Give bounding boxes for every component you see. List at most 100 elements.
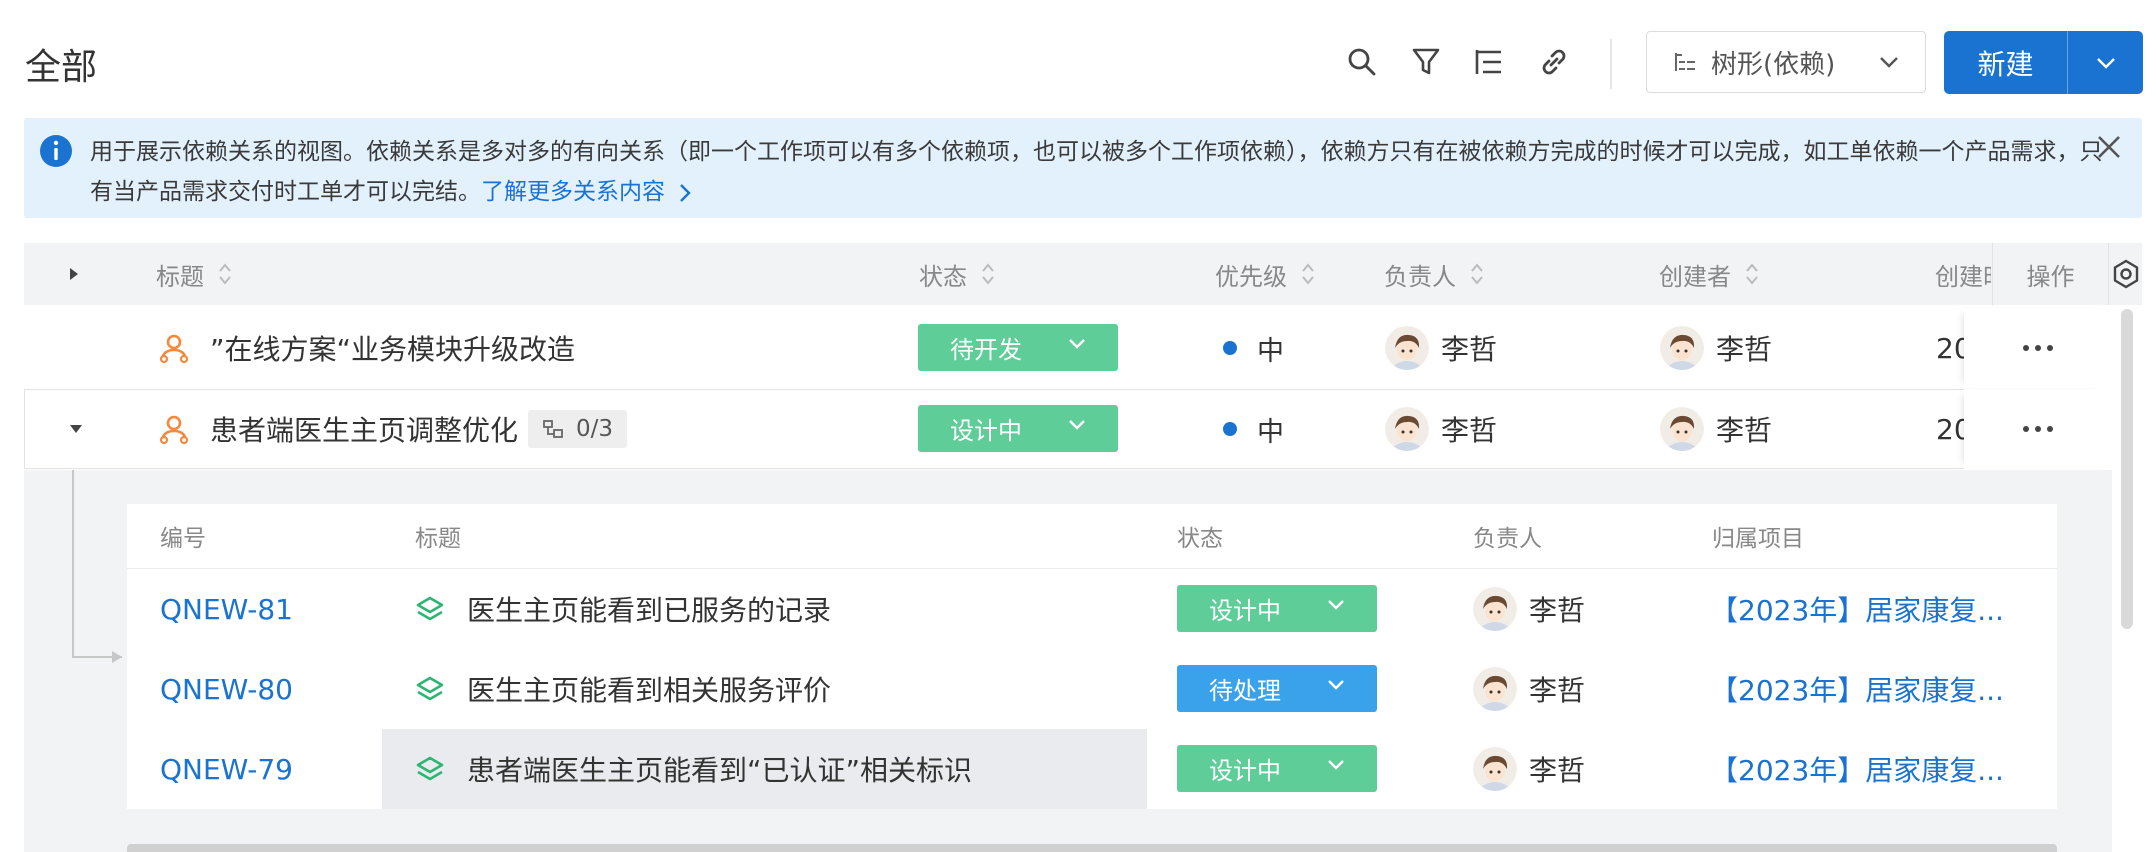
- avatar: [1385, 407, 1429, 451]
- arrow-right-icon: [110, 650, 124, 664]
- view-mode-select[interactable]: 树形(依赖): [1646, 31, 1926, 93]
- col-assignee-label: 负责人: [1384, 262, 1456, 291]
- col-header-creator[interactable]: 创建者: [1659, 243, 1759, 305]
- expand-all-toggle[interactable]: [68, 243, 80, 305]
- creator-name: 李哲: [1716, 333, 1773, 366]
- status-dropdown[interactable]: 设计中: [1177, 585, 1377, 632]
- sub-col-project: 归属项目: [1712, 526, 1804, 552]
- close-icon[interactable]: [2096, 134, 2122, 160]
- status-dropdown[interactable]: 设计中: [918, 405, 1118, 452]
- vertical-scrollbar[interactable]: [2121, 309, 2133, 629]
- assignee-cell[interactable]: 李哲: [1473, 729, 1585, 809]
- item-title-cell: 医生主页能看到相关服务评价: [415, 649, 831, 729]
- sub-col-status: 状态: [1177, 526, 1223, 552]
- info-banner-text: 用于展示依赖关系的视图。依赖关系是多对多的有向关系（即一个工作项可以有多个依赖项…: [90, 132, 2110, 212]
- tree-connector: [72, 470, 74, 658]
- creator-cell: 李哲: [1660, 389, 1772, 469]
- priority-cell[interactable]: 中: [1223, 308, 1284, 388]
- chevron-down-icon: [1327, 599, 1345, 611]
- col-header-title[interactable]: 标题: [156, 243, 232, 305]
- row-title[interactable]: 患者端医生主页调整优化: [210, 409, 518, 449]
- project-link[interactable]: 【2023年】居家康复...: [1710, 569, 2004, 649]
- chevron-down-icon: [1327, 679, 1345, 691]
- table-row[interactable]: ”在线方案“业务模块升级改造 待开发 中 李哲 李哲 20: [24, 308, 2112, 388]
- col-header-status[interactable]: 状态: [919, 243, 995, 305]
- status-dropdown[interactable]: 待开发: [918, 324, 1118, 371]
- sub-col-id: 编号: [160, 526, 206, 552]
- view-mode-label: 树形(依赖): [1711, 49, 1836, 80]
- project-link[interactable]: 【2023年】居家康复...: [1710, 649, 2004, 729]
- learn-more-link[interactable]: 了解更多关系内容: [481, 179, 691, 205]
- story-layers-icon: [415, 595, 445, 623]
- list-tree-icon[interactable]: [1467, 40, 1511, 84]
- more-icon[interactable]: [2023, 345, 2053, 351]
- avatar: [1473, 587, 1517, 631]
- search-icon[interactable]: [1340, 40, 1384, 84]
- chevron-right-icon: [679, 183, 691, 203]
- status-label: 设计中: [1209, 757, 1281, 785]
- assignee-name: 李哲: [1529, 674, 1586, 707]
- row-actions-cell: [1964, 308, 2112, 388]
- row-title[interactable]: ”在线方案“业务模块升级改造: [210, 328, 575, 368]
- list-item[interactable]: QNEW-79 患者端医生主页能看到“已认证”相关标识 设计中 李哲 【2023…: [127, 729, 2057, 809]
- collapse-toggle[interactable]: [68, 389, 84, 469]
- row-title-cell: ”在线方案“业务模块升级改造: [158, 308, 575, 388]
- status-label: 设计中: [1209, 597, 1281, 625]
- assignee-cell[interactable]: 李哲: [1473, 569, 1585, 649]
- avatar: [1660, 326, 1704, 370]
- more-icon[interactable]: [2023, 426, 2053, 432]
- item-title[interactable]: 医生主页能看到相关服务评价: [467, 669, 831, 709]
- new-button[interactable]: 新建: [1944, 31, 2067, 94]
- avatar: [1473, 667, 1517, 711]
- priority-label: 中: [1257, 416, 1284, 448]
- chevron-down-icon: [1327, 759, 1345, 771]
- priority-dot: [1223, 341, 1237, 355]
- item-title[interactable]: 医生主页能看到已服务的记录: [467, 589, 831, 629]
- filter-icon[interactable]: [1404, 40, 1448, 84]
- horizontal-scrollbar[interactable]: [127, 844, 2057, 852]
- story-layers-icon: [415, 675, 445, 703]
- chevron-down-icon: [2096, 57, 2116, 69]
- creator-cell: 李哲: [1660, 308, 1772, 388]
- new-split-button: 新建: [1944, 31, 2143, 94]
- priority-cell[interactable]: 中: [1223, 389, 1284, 469]
- col-priority-label: 优先级: [1215, 262, 1287, 291]
- info-banner: 用于展示依赖关系的视图。依赖关系是多对多的有向关系（即一个工作项可以有多个依赖项…: [24, 118, 2142, 218]
- item-id-link[interactable]: QNEW-81: [160, 569, 293, 649]
- item-id-link[interactable]: QNEW-80: [160, 649, 293, 729]
- col-header-assignee[interactable]: 负责人: [1384, 243, 1484, 305]
- assignee-name: 李哲: [1529, 594, 1586, 627]
- col-creator-label: 创建者: [1659, 262, 1731, 291]
- project-link[interactable]: 【2023年】居家康复...: [1710, 729, 2004, 809]
- info-icon: [38, 133, 74, 169]
- assignee-name: 李哲: [1529, 754, 1586, 787]
- chevron-down-icon: [1879, 56, 1899, 68]
- table-header: 标题 状态 优先级 负责人 创建者 创建时 操作: [24, 243, 2142, 305]
- list-item[interactable]: QNEW-81 医生主页能看到已服务的记录 设计中 李哲 【2023年】居家康复…: [127, 569, 2057, 649]
- list-item[interactable]: QNEW-80 医生主页能看到相关服务评价 待处理 李哲 【2023年】居家康复…: [127, 649, 2057, 729]
- item-id-link[interactable]: QNEW-79: [160, 729, 293, 809]
- col-header-created[interactable]: 创建时: [1935, 243, 1991, 305]
- col-header-priority[interactable]: 优先级: [1215, 243, 1315, 305]
- assignee-cell[interactable]: 李哲: [1385, 308, 1497, 388]
- status-dropdown[interactable]: 待处理: [1177, 665, 1377, 712]
- status-label: 待开发: [950, 336, 1022, 364]
- header-divider: [1610, 39, 1612, 89]
- chevron-down-icon: [1068, 338, 1086, 350]
- avatar: [1473, 747, 1517, 791]
- caret-right-icon: [68, 266, 80, 282]
- sort-icon: [1745, 260, 1759, 288]
- column-settings-button[interactable]: [2108, 243, 2143, 305]
- table-row[interactable]: 患者端医生主页调整优化 0/3 设计中 中 李哲 李哲 20: [24, 389, 2112, 469]
- new-options-button[interactable]: [2068, 31, 2143, 94]
- dependency-subtable: 编号 标题 状态 负责人 归属项目 QNEW-81 医生主页能看到已服务的记录 …: [127, 504, 2057, 809]
- info-text: 用于展示依赖关系的视图。依赖关系是多对多的有向关系（即一个工作项可以有多个依赖项…: [90, 139, 2103, 205]
- col-created-label: 创建时: [1935, 262, 1991, 291]
- assignee-name: 李哲: [1441, 333, 1498, 366]
- status-dropdown[interactable]: 设计中: [1177, 745, 1377, 792]
- assignee-cell[interactable]: 李哲: [1385, 389, 1497, 469]
- priority-label: 中: [1257, 335, 1284, 367]
- link-icon[interactable]: [1532, 40, 1576, 84]
- assignee-cell[interactable]: 李哲: [1473, 649, 1585, 729]
- item-title[interactable]: 患者端医生主页能看到“已认证”相关标识: [467, 749, 972, 789]
